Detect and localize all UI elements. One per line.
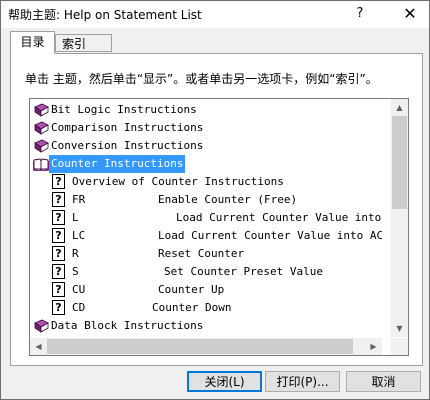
- tree-folder-conversion[interactable]: Conversion Instructions: [30, 137, 382, 155]
- help-topic-icon: ?: [52, 246, 65, 261]
- help-topic-icon: ?: [52, 210, 65, 225]
- scrollbar-corner: [391, 338, 408, 355]
- topic-code: CU: [72, 283, 86, 296]
- topic-label: Overview of Counter Instructions: [72, 175, 284, 188]
- tree-topic-cd[interactable]: ? CD Counter Down: [30, 299, 382, 317]
- topic-code: L: [72, 211, 79, 224]
- tab-contents[interactable]: 目录: [10, 31, 55, 54]
- tree-topic-r[interactable]: ? R Reset Counter: [30, 245, 382, 263]
- help-topic-icon: ?: [52, 174, 65, 189]
- topic-description: Reset Counter: [158, 247, 245, 260]
- topic-description: Set Counter Preset Value: [164, 265, 323, 278]
- topic-code: LC: [72, 229, 86, 242]
- topics-tree[interactable]: Bit Logic Instructions Comparison Instru…: [29, 98, 409, 356]
- close-window-button[interactable]: ✕: [397, 3, 423, 25]
- closed-book-icon: [34, 139, 49, 153]
- tree-folder-counter[interactable]: Counter Instructions: [30, 155, 382, 173]
- tree-viewport: Bit Logic Instructions Comparison Instru…: [30, 99, 382, 337]
- contents-panel: 单击 主题，然后单击“显示”。或者单击另一选项卡，例如“索引”。 Bit Log…: [10, 53, 423, 366]
- topic-description: Enable Counter (Free): [158, 193, 298, 206]
- tree-topic-l[interactable]: ? L Load Current Counter Value into ACCU: [30, 209, 382, 227]
- help-topic-icon: ?: [52, 282, 65, 297]
- help-topics-dialog: 帮助主题: Help on Statement List ? ✕ 目录 索引 单…: [0, 0, 430, 400]
- vertical-scroll-thumb[interactable]: [392, 116, 407, 209]
- help-topic-icon: ?: [52, 264, 65, 279]
- closed-book-icon: [34, 319, 49, 333]
- help-button[interactable]: ?: [347, 3, 373, 25]
- tab-index[interactable]: 索引: [55, 34, 112, 52]
- tree-folder-label-selected: Counter Instructions: [49, 155, 186, 173]
- window-title: 帮助主题: Help on Statement List: [8, 8, 202, 22]
- closed-book-icon: [34, 121, 49, 135]
- tree-folder-label: Comparison Instructions: [51, 121, 204, 134]
- help-topic-icon: ?: [52, 192, 65, 207]
- tree-topic-overview[interactable]: ? Overview of Counter Instructions: [30, 173, 382, 191]
- open-book-icon: [33, 158, 49, 171]
- topic-description: Counter Up: [158, 283, 225, 296]
- topic-code: CD: [72, 301, 86, 314]
- help-topic-icon: ?: [52, 228, 65, 243]
- scroll-up-arrow-icon[interactable]: ▲: [391, 99, 408, 116]
- topic-description: Load Current Counter Value into ACCU 1: [158, 229, 382, 242]
- tree-folder-bit-logic[interactable]: Bit Logic Instructions: [30, 101, 382, 119]
- tree-folder-label: Bit Logic Instructions: [51, 103, 197, 116]
- topic-description: Counter Down: [152, 301, 232, 314]
- tree-topic-fr[interactable]: ? FR Enable Counter (Free): [30, 191, 382, 209]
- horizontal-scrollbar[interactable]: ◀ ▶: [30, 338, 382, 355]
- horizontal-scroll-thumb[interactable]: [47, 339, 353, 354]
- tree-topic-s[interactable]: ? S Set Counter Preset Value: [30, 263, 382, 281]
- closed-book-icon: [34, 103, 49, 117]
- vertical-scrollbar[interactable]: ▲ ▼: [391, 99, 408, 337]
- topic-description: Load Current Counter Value into ACCU: [176, 211, 382, 224]
- topic-code: FR: [72, 193, 86, 206]
- tree-folder-label: Conversion Instructions: [51, 139, 204, 152]
- instruction-text: 单击 主题，然后单击“显示”。或者单击另一选项卡，例如“索引”。: [25, 72, 378, 86]
- cancel-button[interactable]: 取消: [346, 371, 421, 392]
- close-button[interactable]: 关闭(L): [187, 371, 262, 392]
- topic-code: R: [72, 247, 79, 260]
- tree-folder-comparison[interactable]: Comparison Instructions: [30, 119, 382, 137]
- scroll-right-arrow-icon[interactable]: ▶: [365, 338, 382, 355]
- tree-topic-lc[interactable]: ? LC Load Current Counter Value into ACC…: [30, 227, 382, 245]
- scroll-left-arrow-icon[interactable]: ◀: [30, 338, 47, 355]
- tree-folder-data-block[interactable]: Data Block Instructions: [30, 317, 382, 335]
- tree-folder-label: Data Block Instructions: [51, 319, 204, 332]
- title-bar: 帮助主题: Help on Statement List ? ✕: [1, 1, 429, 28]
- topic-code: S: [72, 265, 79, 278]
- scroll-down-arrow-icon[interactable]: ▼: [391, 320, 408, 337]
- help-topic-icon: ?: [52, 300, 65, 315]
- tree-topic-cu[interactable]: ? CU Counter Up: [30, 281, 382, 299]
- print-button[interactable]: 打印(P)...: [265, 371, 340, 392]
